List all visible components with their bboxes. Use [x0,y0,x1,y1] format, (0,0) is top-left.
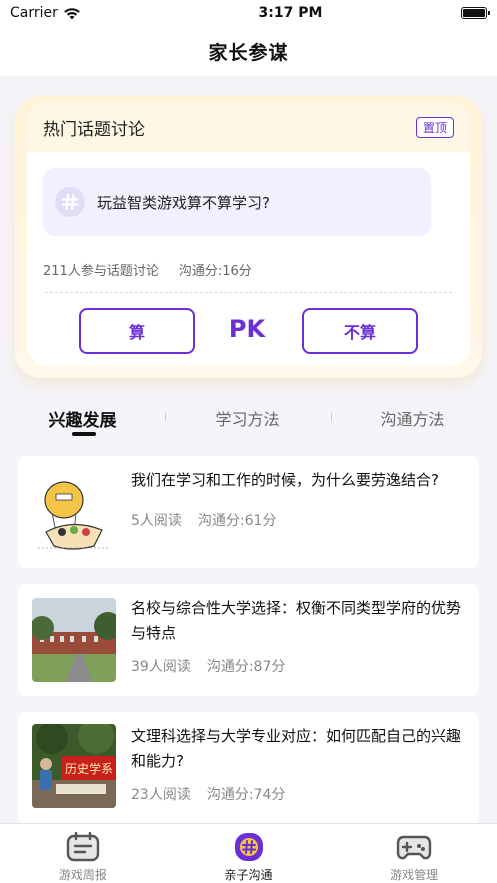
status-time: 3:17 PM [258,5,323,21]
read-count: 39人阅读 [131,659,191,675]
tab-separator [331,413,332,421]
hash-icon [55,187,85,217]
article-thumbnail: 历史学系 [32,724,116,808]
status-bar: Carrier 3:17 PM [0,0,497,26]
article-title: 文理科选择与大学专业对应：如何匹配自己的兴趣和能力? [131,727,462,770]
category-tabs: 兴趣发展 学习方法 沟通方法 [0,400,497,444]
tabbar-item-weekly[interactable]: 游戏周报 [0,824,166,883]
hot-topic-card: 热门话题讨论 置顶 玩益智类游戏算不算学习? 211人参与话题讨论 沟通分:16… [15,96,482,378]
nav-bar: 家长参谋 [0,26,497,76]
topic-header-title: 热门话题讨论 [43,119,145,140]
gamepad-icon [396,835,432,860]
topic-question[interactable]: 玩益智类游戏算不算学习? [43,168,431,236]
read-count: 23人阅读 [131,787,191,803]
article-card[interactable]: 历史学系 文理科选择与大学专业对应：如何匹配自己的兴趣和能力? 23人阅读 沟通… [18,712,479,824]
pk-label: PK [228,315,266,343]
battery-icon [461,7,490,19]
bottom-tab-bar: 游戏周报 亲子沟通 游戏管理 [0,823,497,883]
topic-header: 热门话题讨论 置顶 [27,102,470,152]
topic-score: 沟通分:16分 [178,264,252,279]
tabbar-item-game-manage[interactable]: 游戏管理 [331,824,497,883]
article-score: 沟通分:61分 [197,513,277,529]
vote-no-button[interactable]: 不算 [302,308,418,354]
banner-text: 历史学系 [65,761,113,776]
article-meta: 23人阅读 沟通分:74分 [131,784,285,804]
page-title: 家长参谋 [208,41,289,64]
read-count: 5人阅读 [131,513,182,529]
wifi-icon [64,7,80,19]
tabbar-label: 亲子沟通 [224,868,273,882]
hash-chat-icon [234,833,263,861]
tab-study-method[interactable]: 学习方法 [165,400,330,438]
active-tab-indicator [72,432,96,436]
divider [45,292,452,293]
tabbar-item-parent-chat[interactable]: 亲子沟通 [166,824,332,883]
calendar-icon [66,832,100,862]
pin-badge: 置顶 [415,116,454,138]
article-meta: 5人阅读 沟通分:61分 [131,510,276,530]
topic-meta: 211人参与话题讨论 沟通分:16分 [43,260,252,279]
tabbar-label: 游戏管理 [390,868,439,882]
article-thumbnail [32,470,116,554]
article-card[interactable]: 我们在学习和工作的时候，为什么要劳逸结合? 5人阅读 沟通分:61分 [18,456,479,568]
carrier-label: Carrier [10,5,58,21]
article-score: 沟通分:74分 [206,787,286,803]
tabbar-label: 游戏周报 [58,868,107,882]
participant-count: 211人参与话题讨论 [43,264,159,279]
article-thumbnail [32,598,116,682]
article-title: 名校与综合性大学选择：权衡不同类型学府的优势与特点 [131,599,462,642]
question-text: 玩益智类游戏算不算学习? [97,193,270,212]
article-score: 沟通分:87分 [206,659,286,675]
tab-separator [165,413,166,421]
article-meta: 39人阅读 沟通分:87分 [131,656,285,676]
vote-yes-button[interactable]: 算 [79,308,195,354]
article-card[interactable]: 名校与综合性大学选择：权衡不同类型学府的优势与特点 39人阅读 沟通分:87分 [18,584,479,696]
article-title: 我们在学习和工作的时候，为什么要劳逸结合? [131,471,439,489]
tab-communication[interactable]: 沟通方法 [330,400,495,438]
